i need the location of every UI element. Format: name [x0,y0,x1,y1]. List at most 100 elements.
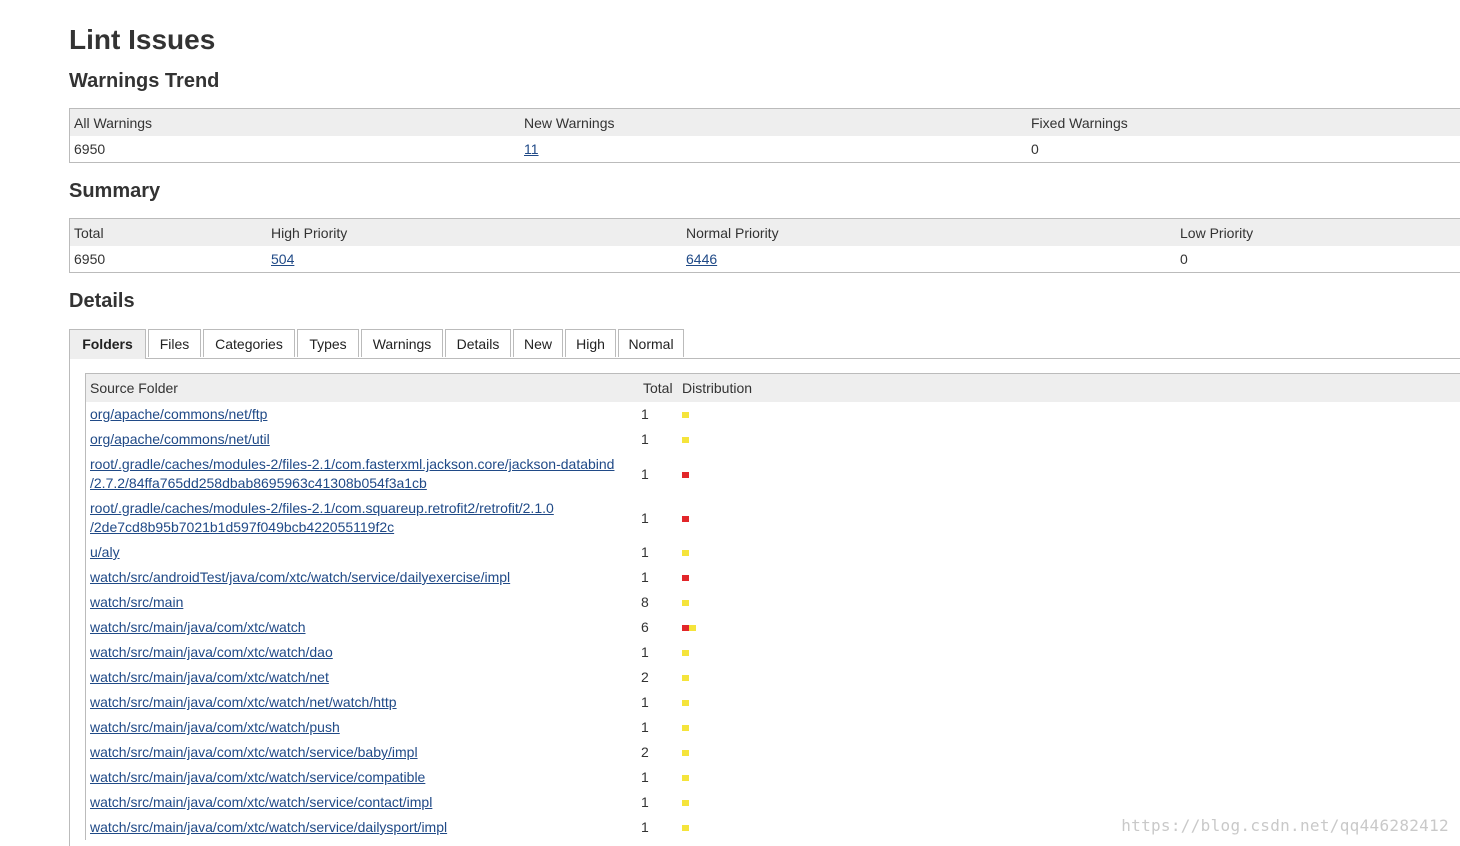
source-folder-cell: watch/src/androidTest/java/com/xtc/watch… [86,565,640,590]
total-header: Total [69,218,267,246]
low-priority-header: Low Priority [1176,218,1460,246]
source-folder-text: org/apache/commons/net/util [90,431,270,447]
source-folder-cell: u/aly [86,540,640,565]
total-value: 6950 [74,251,106,267]
distribution-cell [678,765,1460,790]
high-priority-link[interactable]: 504 [271,251,294,267]
tab-categories[interactable]: Categories [203,329,295,357]
source-folder-link[interactable]: watch/src/main [90,594,183,610]
source-folder-text: org/apache/commons/net/ftp [90,406,268,422]
high-priority-bar [682,575,689,582]
normal-priority-link[interactable]: 6446 [686,251,717,267]
warnings-trend-header-row: All Warnings New Warnings Fixed Warnings [69,108,1460,136]
normal-priority-bar [682,437,689,444]
source-folder-link[interactable]: watch/src/main/java/com/xtc/watch/dao [90,644,333,660]
low-priority-value: 0 [1180,251,1188,267]
total-column-header: Total [639,373,678,402]
distribution-cell [678,790,1460,815]
distribution-cell [678,740,1460,765]
folder-total: 1 [641,509,649,526]
distribution-cell [678,452,1460,496]
tab-folders[interactable]: Folders [69,329,146,359]
source-folder-text: watch/src/main/java/com/xtc/watch/net [90,669,329,685]
source-folder-link[interactable]: watch/src/main/java/com/xtc/watch/net/wa… [90,694,397,710]
distribution-cell [678,615,1460,640]
folder-total: 1 [641,819,649,835]
source-folder-link[interactable]: watch/src/main/java/com/xtc/watch/servic… [90,819,447,835]
tab-high[interactable]: High [565,329,616,357]
warnings-trend-table: All Warnings New Warnings Fixed Warnings… [69,108,1460,163]
source-folder-link[interactable]: org/apache/commons/net/util [90,431,270,447]
new-warnings-header: New Warnings [520,108,1027,136]
distribution-cell [678,715,1460,740]
source-folder-link[interactable]: watch/src/main/java/com/xtc/watch/servic… [90,744,418,760]
distribution-cell [678,565,1460,590]
source-folder-cell: watch/src/main/java/com/xtc/watch/servic… [86,790,640,815]
source-folder-link[interactable]: watch/src/main/java/com/xtc/watch/servic… [90,794,432,810]
source-folder-link[interactable]: root/.gradle/caches/modules-2/files-2.1/… [90,500,554,535]
folders-table-body: org/apache/commons/net/ftp 1 org/apache/co… [86,402,1460,840]
source-folder-link[interactable]: watch/src/main/java/com/xtc/watch/net [90,669,329,685]
table-row: watch/src/main 8 [86,590,1460,615]
source-folder-text: root/.gradle/caches/modules-2/files-2.1/… [90,456,615,472]
source-folder-link[interactable]: watch/src/main/java/com/xtc/watch/push [90,719,340,735]
source-folder-text: watch/src/main/java/com/xtc/watch [90,619,306,635]
normal-priority-bar [682,675,689,682]
normal-priority-bar [682,800,689,807]
tab-warnings[interactable]: Warnings [361,329,443,357]
folder-total: 1 [641,794,649,810]
folders-table: Source Folder Total Distribution org/apa… [85,373,1460,840]
table-row: watch/src/main/java/com/xtc/watch/net/wa… [86,690,1460,715]
normal-priority-bar [682,550,689,557]
source-folder-link[interactable]: u/aly [90,544,120,560]
page-title: Lint Issues [69,24,216,55]
high-priority-bar [682,471,689,478]
high-priority-bar [682,515,689,522]
details-tab-bar: Folders Files Categories Types Warnings … [69,329,1460,359]
all-warnings-header: All Warnings [69,108,520,136]
source-folder-text: /2de7cd8b95b7021b1d597f049bcb422055119f2… [90,519,395,535]
all-warnings-value: 6950 [74,141,106,157]
distribution-cell [678,402,1460,427]
new-warnings-cell: 11 [520,136,1027,163]
source-folder-text: watch/src/main/java/com/xtc/watch/servic… [90,769,426,785]
source-folder-link[interactable]: root/.gradle/caches/modules-2/files-2.1/… [90,456,614,491]
summary-header-row: Total High Priority Normal Priority Low … [69,218,1460,246]
table-row: watch/src/main/java/com/xtc/watch/servic… [86,740,1460,765]
high-priority-cell: 504 [267,246,682,273]
normal-priority-bar [682,650,689,657]
source-folder-link[interactable]: org/apache/commons/net/ftp [90,406,267,422]
folder-total: 1 [641,431,649,447]
source-folder-cell: root/.gradle/caches/modules-2/files-2.1/… [86,452,640,496]
tab-normal[interactable]: Normal [618,329,684,357]
table-row: watch/src/main/java/com/xtc/watch/servic… [86,790,1460,815]
source-folder-text: watch/src/main/java/com/xtc/watch/push [90,719,340,735]
source-folder-header: Source Folder [85,373,639,402]
tab-details[interactable]: Details [445,329,511,357]
tab-types[interactable]: Types [297,329,359,357]
normal-priority-bar [682,600,689,607]
table-row: watch/src/main/java/com/xtc/watch 6 [86,615,1460,640]
tab-files[interactable]: Files [148,329,201,357]
distribution-cell [678,665,1460,690]
lint-issues-page: Lint Issues Warnings Trend All Warnings … [0,0,1460,846]
source-folder-text: watch/src/main [90,594,184,610]
source-folder-cell: org/apache/commons/net/ftp [86,402,640,427]
source-folder-link[interactable]: watch/src/main/java/com/xtc/watch [90,619,306,635]
distribution-cell [678,640,1460,665]
source-folder-text: u/aly [90,544,120,560]
folder-total: 1 [641,544,649,560]
source-folder-cell: watch/src/main/java/com/xtc/watch/servic… [86,815,640,840]
folder-total: 1 [641,465,649,482]
normal-priority-bar [682,825,689,832]
table-row: root/.gradle/caches/modules-2/files-2.1/… [86,452,1460,496]
source-folder-link[interactable]: watch/src/androidTest/java/com/xtc/watch… [90,569,510,585]
distribution-header: Distribution [678,373,1460,402]
source-folder-cell: watch/src/main/java/com/xtc/watch/net [86,665,640,690]
tab-new[interactable]: New [513,329,563,357]
folders-panel: Source Folder Total Distribution org/apa… [69,359,1460,846]
source-folder-cell: watch/src/main/java/com/xtc/watch/push [86,715,640,740]
new-warnings-link[interactable]: 11 [524,141,539,157]
source-folder-link[interactable]: watch/src/main/java/com/xtc/watch/servic… [90,769,425,785]
details-heading: Details [69,290,135,312]
